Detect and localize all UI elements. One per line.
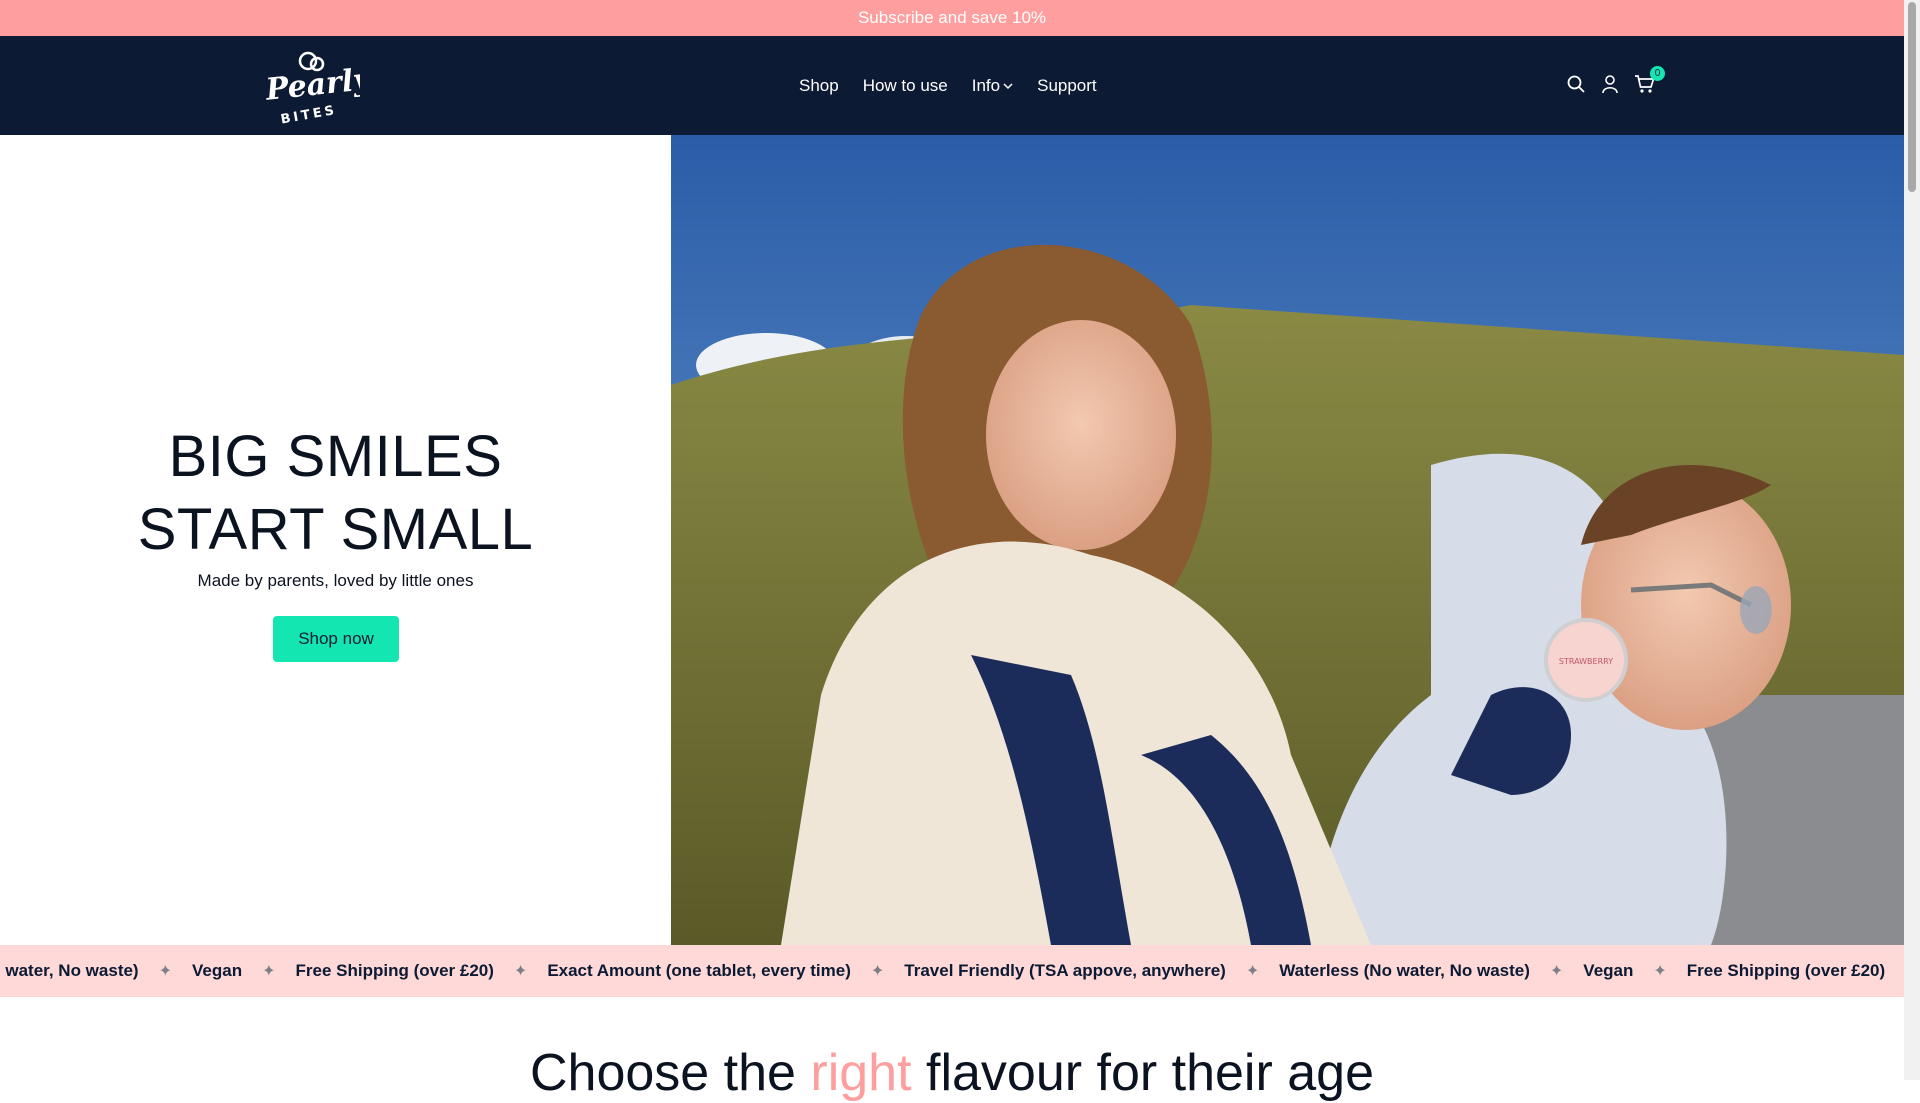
main-nav: Shop How to use Info Support: [799, 36, 1097, 135]
nav-shop[interactable]: Shop: [799, 76, 839, 96]
chevron-down-icon: [1003, 82, 1013, 89]
hero-title-line1: BIG SMILES: [168, 424, 503, 489]
marquee-item: Free Shipping (over £20): [1686, 961, 1886, 980]
search-icon[interactable]: [1566, 74, 1586, 94]
announcement-text[interactable]: Subscribe and save 10%: [858, 8, 1046, 28]
hero-title: BIG SMILES START SMALL: [0, 420, 671, 566]
svg-text:BITES: BITES: [280, 103, 339, 124]
marquee-item: Waterless (No water, No waste): [1279, 961, 1530, 980]
section-title-after: flavour for their age: [911, 1044, 1375, 1102]
announcement-bar[interactable]: Subscribe and save 10%: [0, 0, 1904, 36]
nav-shop-label: Shop: [799, 75, 839, 95]
sparkle-icon: ✦: [1549, 963, 1564, 980]
nav-support[interactable]: Support: [1037, 76, 1097, 96]
benefits-marquee: No water, No waste) ✦ Vegan ✦ Free Shipp…: [0, 945, 1904, 997]
cart-count-badge: 0: [1650, 66, 1665, 81]
sparkle-icon: ✦: [1653, 963, 1667, 980]
cart-icon[interactable]: 0: [1634, 66, 1665, 94]
page-scrollbar[interactable]: [1904, 0, 1920, 1080]
section-title-before: Choose the: [529, 1044, 811, 1102]
marquee-item: Vegan: [1583, 961, 1634, 980]
nav-info[interactable]: Info: [972, 76, 1013, 96]
logo-graphic: Pearly BITES: [263, 51, 375, 128]
marquee-item: Exact Amount (one tablet, every time): [547, 961, 851, 980]
nav-support-label: Support: [1037, 75, 1097, 95]
hero-subtitle: Made by parents, loved by little ones: [197, 571, 474, 590]
header-icons: 0: [1566, 66, 1665, 94]
marquee-item: Vegan: [192, 961, 243, 980]
nav-how-to-use-label: How to use: [862, 75, 948, 95]
marquee-item: No water, No waste): [0, 961, 139, 980]
sparkle-icon: ✦: [158, 963, 173, 980]
sparkle-icon: ✦: [513, 963, 528, 980]
hero-text-panel: BIG SMILES START SMALL Made by parents, …: [0, 135, 671, 945]
hero-image: STRAWBERRY: [671, 135, 1904, 945]
sparkle-icon: ✦: [262, 963, 276, 980]
flavour-section-title: Choose the right flavour for their age: [0, 1043, 1904, 1103]
marquee-item: Travel Friendly (TSA appove, anywhere): [904, 961, 1226, 980]
site-header: Pearly BITES Shop How to use Info Suppor…: [0, 36, 1904, 135]
account-icon[interactable]: [1600, 74, 1620, 94]
nav-how-to-use[interactable]: How to use: [863, 76, 948, 96]
pearly-bites-logo[interactable]: Pearly BITES: [262, 48, 375, 128]
marquee-item: Free Shipping (over £20): [295, 961, 494, 980]
sparkle-icon: ✦: [870, 963, 885, 980]
sparkle-icon: ✦: [1245, 963, 1260, 980]
hero-title-line2: START SMALL: [137, 497, 534, 562]
scrollbar-thumb[interactable]: [1908, 2, 1916, 192]
svg-text:Pearly: Pearly: [263, 62, 360, 108]
shop-now-button[interactable]: Shop now: [273, 616, 399, 662]
nav-info-label: Info: [971, 75, 1001, 95]
tin-label: STRAWBERRY: [1559, 657, 1613, 666]
section-title-accent: right: [810, 1044, 912, 1102]
marquee-track: No water, No waste) ✦ Vegan ✦ Free Shipp…: [0, 945, 1904, 997]
